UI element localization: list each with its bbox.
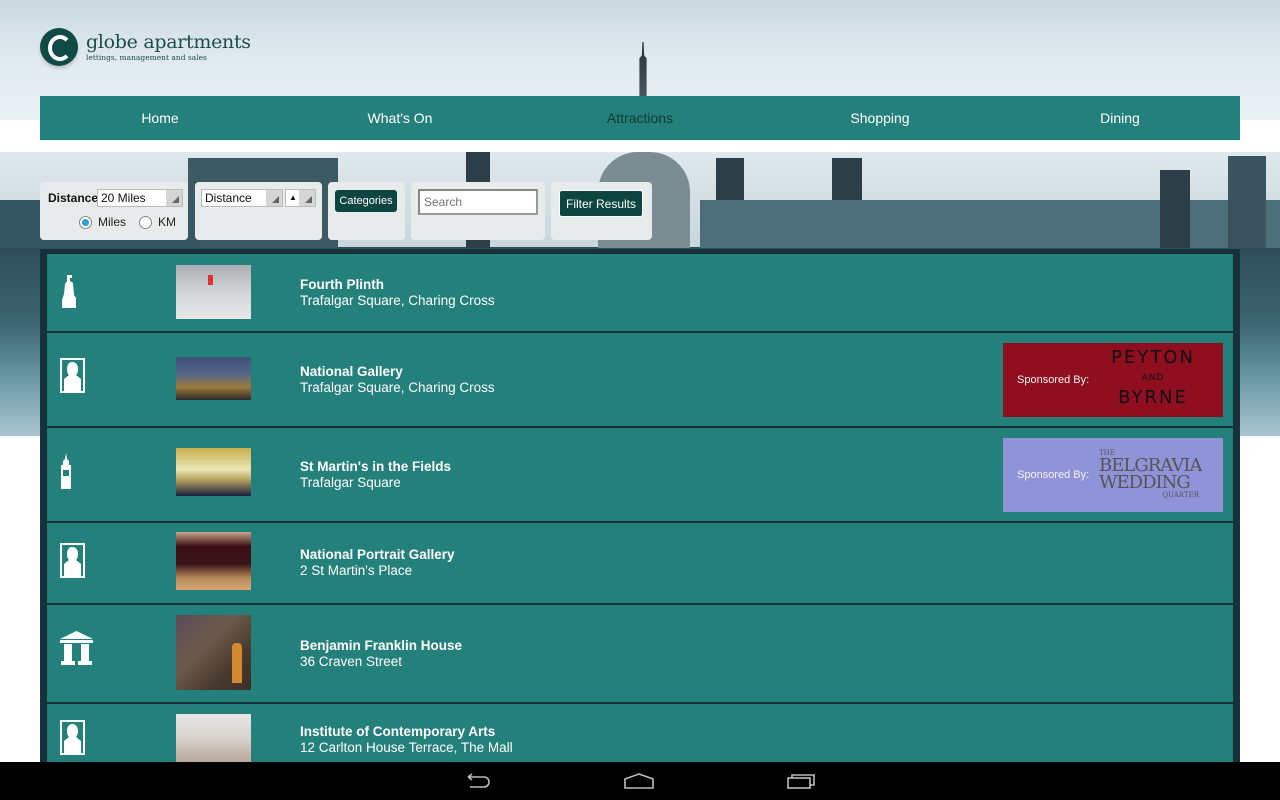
building <box>1160 170 1190 248</box>
statue-figure <box>208 275 213 285</box>
sponsor-logo-line: BYRNE <box>1118 387 1188 408</box>
statue-icon <box>62 275 76 308</box>
main-nav: Home What's On Attractions Shopping Dini… <box>40 96 1240 140</box>
attraction-text: St Martin's in the Fields Trafalgar Squa… <box>300 459 451 491</box>
brand-logo[interactable]: globe apartments lettings, management an… <box>40 28 251 66</box>
globe-logo-icon <box>40 28 78 66</box>
museum-icon <box>60 631 93 665</box>
categories-button[interactable]: Categories <box>335 190 397 212</box>
buildings-row <box>700 200 1280 248</box>
attraction-name: Institute of Contemporary Arts <box>300 724 496 739</box>
sponsored-by-label: Sponsored By: <box>1017 469 1090 481</box>
back-icon[interactable] <box>462 773 492 789</box>
attraction-address: Trafalgar Square, Charing Cross <box>300 380 495 395</box>
sort-select[interactable]: Distance <box>201 189 283 207</box>
national-gallery-thumbnail <box>176 357 251 400</box>
st-martins-thumbnail <box>176 448 251 496</box>
list-item[interactable]: Benjamin Franklin House 36 Craven Street <box>47 605 1233 704</box>
franklin-house-thumbnail <box>176 615 251 690</box>
miles-radio[interactable] <box>79 216 92 229</box>
attraction-name: Fourth Plinth <box>300 277 384 292</box>
belgravia-wedding-quarter-logo: THE BELGRAVIA WEDDING QUARTER <box>1099 450 1203 500</box>
nav-shopping[interactable]: Shopping <box>760 96 1000 140</box>
distance-label: Distance <box>48 191 99 205</box>
sponsor-banner[interactable]: Sponsored By: PEYTON AND BYRNE <box>1003 343 1223 417</box>
attraction-address: 2 St Martin's Place <box>300 563 413 578</box>
miles-label: Miles <box>98 215 127 229</box>
list-item[interactable]: Institute of Contemporary Arts 12 Carlto… <box>47 704 1233 769</box>
sponsor-logo-line: WEDDING <box>1099 472 1191 493</box>
filter-results-button[interactable]: Filter Results <box>559 190 643 217</box>
km-radio[interactable] <box>139 216 152 229</box>
recents-icon[interactable] <box>786 773 818 789</box>
sponsor-logo-line: AND <box>1141 373 1165 383</box>
brand-name: globe apartments <box>86 31 251 53</box>
attraction-text: Institute of Contemporary Arts 12 Carlto… <box>300 724 513 756</box>
attractions-list: Fourth Plinth Trafalgar Square, Charing … <box>40 249 1240 769</box>
dropdown-arrow-icon <box>299 190 315 206</box>
list-item[interactable]: Fourth Plinth Trafalgar Square, Charing … <box>47 254 1233 333</box>
sort-direction-select[interactable]: ▲ <box>285 189 316 207</box>
dropdown-arrow-icon <box>266 190 282 206</box>
building <box>1228 156 1266 248</box>
tower-icon <box>61 453 71 489</box>
nav-dining[interactable]: Dining <box>1000 96 1240 140</box>
ica-thumbnail <box>176 714 251 762</box>
costumed-figure <box>232 643 242 683</box>
attraction-text: National Portrait Gallery 2 St Martin's … <box>300 547 455 579</box>
km-label: KM <box>158 215 176 229</box>
search-input[interactable] <box>418 189 538 215</box>
attraction-text: National Gallery Trafalgar Square, Chari… <box>300 364 495 396</box>
sponsor-banner[interactable]: Sponsored By: THE BELGRAVIA WEDDING QUAR… <box>1003 438 1223 512</box>
attraction-text: Benjamin Franklin House 36 Craven Street <box>300 638 462 670</box>
portrait-icon <box>60 543 85 578</box>
system-navigation-bar <box>0 762 1280 800</box>
distance-select[interactable]: 20 Miles <box>97 189 183 207</box>
portrait-icon <box>60 720 85 755</box>
dropdown-arrow-icon <box>166 190 182 206</box>
attraction-name: National Portrait Gallery <box>300 547 455 562</box>
peyton-and-byrne-logo: PEYTON AND BYRNE <box>1107 347 1199 409</box>
sponsor-logo-line: PEYTON <box>1111 347 1195 368</box>
sponsored-by-label: Sponsored By: <box>1017 374 1090 386</box>
portrait-icon <box>60 358 85 393</box>
list-item[interactable]: National Gallery Trafalgar Square, Chari… <box>47 333 1233 428</box>
attraction-address: 36 Craven Street <box>300 654 403 669</box>
home-icon[interactable] <box>623 773 655 789</box>
nav-whats-on[interactable]: What's On <box>280 96 520 140</box>
list-item[interactable]: National Portrait Gallery 2 St Martin's … <box>47 523 1233 605</box>
brand-tagline: lettings, management and sales <box>86 53 207 62</box>
portrait-gallery-thumbnail <box>176 532 251 590</box>
attraction-name: National Gallery <box>300 364 403 379</box>
sort-up-icon: ▲ <box>289 193 297 202</box>
attraction-name: Benjamin Franklin House <box>300 638 463 653</box>
attraction-address: Trafalgar Square <box>300 475 401 490</box>
attraction-address: Trafalgar Square, Charing Cross <box>300 293 495 308</box>
nav-attractions[interactable]: Attractions <box>520 96 760 140</box>
nav-home[interactable]: Home <box>40 96 280 140</box>
list-item[interactable]: St Martin's in the Fields Trafalgar Squa… <box>47 428 1233 523</box>
attraction-text: Fourth Plinth Trafalgar Square, Charing … <box>300 277 495 309</box>
distance-select-value: 20 Miles <box>101 191 146 205</box>
sort-select-value: Distance <box>205 191 252 205</box>
fourth-plinth-thumbnail <box>176 265 251 319</box>
attraction-address: 12 Carlton House Terrace, The Mall <box>300 740 513 755</box>
attraction-name: St Martin's in the Fields <box>300 459 451 474</box>
